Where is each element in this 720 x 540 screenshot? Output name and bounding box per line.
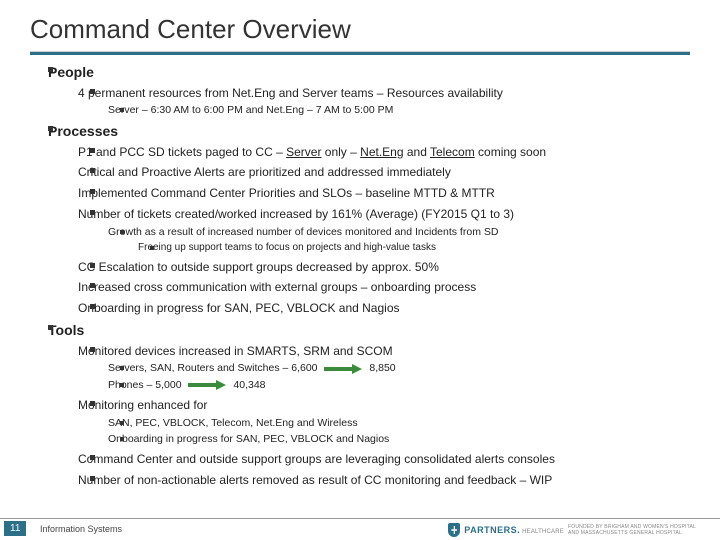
arrow-right-icon: [324, 364, 362, 374]
section-tools: Tools Monitored devices increased in SMA…: [48, 321, 690, 489]
tools-item: Command Center and outside support group…: [78, 451, 690, 468]
text: Freeing up support teams to focus on pro…: [138, 242, 436, 253]
section-processes: Processes P1 and PCC SD tickets paged to…: [48, 122, 690, 317]
processes-item: Onboarding in progress for SAN, PEC, VBL…: [78, 300, 690, 317]
value: 40,348: [233, 379, 265, 391]
tools-subitem: SAN, PEC, VBLOCK, Telecom, Net.Eng and W…: [108, 416, 690, 431]
text: CC Escalation to outside support groups …: [78, 260, 439, 274]
value: 8,850: [369, 362, 395, 374]
text: Implemented Command Center Priorities an…: [78, 186, 495, 200]
tools-subitem: Phones – 5,000 40,348: [108, 378, 690, 393]
processes-item: P1 and PCC SD tickets paged to CC – Serv…: [78, 144, 690, 161]
text: Number of non-actionable alerts removed …: [78, 473, 552, 487]
text: Servers, SAN, Routers and Switches – 6,6…: [108, 362, 318, 374]
footer-label: Information Systems: [40, 524, 122, 534]
section-people: People 4 permanent resources from Net.En…: [48, 63, 690, 118]
text: Command Center and outside support group…: [78, 452, 555, 466]
text: Monitored devices increased in SMARTS, S…: [78, 344, 393, 358]
tools-item: Monitoring enhanced for SAN, PEC, VBLOCK…: [78, 397, 690, 447]
slide-content: People 4 permanent resources from Net.En…: [30, 63, 690, 488]
arrow-right-icon: [188, 380, 226, 390]
text: Growth as a result of increased number o…: [108, 226, 498, 238]
logo-tagline: FOUNDED BY BRIGHAM AND WOMEN'S HOSPITAL …: [568, 524, 708, 536]
section-label: Tools: [48, 322, 84, 338]
text: only –: [321, 145, 360, 159]
tools-subitem: Servers, SAN, Routers and Switches – 6,6…: [108, 361, 690, 376]
people-subitem: Server – 6:30 AM to 6:00 PM and Net.Eng …: [108, 103, 690, 118]
shield-icon: [448, 523, 460, 537]
processes-subsubitem: Freeing up support teams to focus on pro…: [138, 241, 690, 255]
text: Increased cross communication with exter…: [78, 280, 476, 294]
slide-title: Command Center Overview: [30, 14, 690, 45]
tools-item: Number of non-actionable alerts removed …: [78, 472, 690, 489]
processes-subitem: Growth as a result of increased number o…: [108, 225, 690, 255]
text: Onboarding in progress for SAN, PEC, VBL…: [108, 433, 389, 445]
logo-sub: HEALTHCARE: [522, 529, 564, 535]
tools-item: Monitored devices increased in SMARTS, S…: [78, 343, 690, 393]
section-label: Processes: [48, 123, 118, 139]
underlined-text: Net.Eng: [360, 145, 403, 159]
logo-brand: PARTNERS.: [464, 525, 520, 535]
section-label: People: [48, 64, 94, 80]
underlined-text: Telecom: [430, 145, 475, 159]
processes-item: Critical and Proactive Alerts are priori…: [78, 164, 690, 181]
processes-item: CC Escalation to outside support groups …: [78, 259, 690, 276]
text: Critical and Proactive Alerts are priori…: [78, 165, 451, 179]
people-item: 4 permanent resources from Net.Eng and S…: [78, 85, 690, 118]
text: Number of tickets created/worked increas…: [78, 207, 514, 221]
underlined-text: Server: [286, 145, 321, 159]
text: Onboarding in progress for SAN, PEC, VBL…: [78, 301, 400, 315]
text: P1 and PCC SD tickets paged to CC –: [78, 145, 286, 159]
footer: 11 Information Systems PARTNERS. HEALTHC…: [0, 518, 720, 540]
title-rule: [30, 51, 690, 55]
text: 4 permanent resources from Net.Eng and S…: [78, 86, 503, 100]
text: coming soon: [475, 145, 546, 159]
page-number: 11: [4, 521, 26, 536]
partners-logo: PARTNERS. HEALTHCARE FOUNDED BY BRIGHAM …: [448, 523, 708, 537]
text: Server – 6:30 AM to 6:00 PM and Net.Eng …: [108, 104, 393, 116]
processes-item: Number of tickets created/worked increas…: [78, 206, 690, 254]
text: Monitoring enhanced for: [78, 398, 207, 412]
text: and: [404, 145, 430, 159]
text: SAN, PEC, VBLOCK, Telecom, Net.Eng and W…: [108, 417, 358, 429]
tools-subitem: Onboarding in progress for SAN, PEC, VBL…: [108, 432, 690, 447]
processes-item: Implemented Command Center Priorities an…: [78, 185, 690, 202]
processes-item: Increased cross communication with exter…: [78, 279, 690, 296]
slide: Command Center Overview People 4 permane…: [0, 0, 720, 540]
